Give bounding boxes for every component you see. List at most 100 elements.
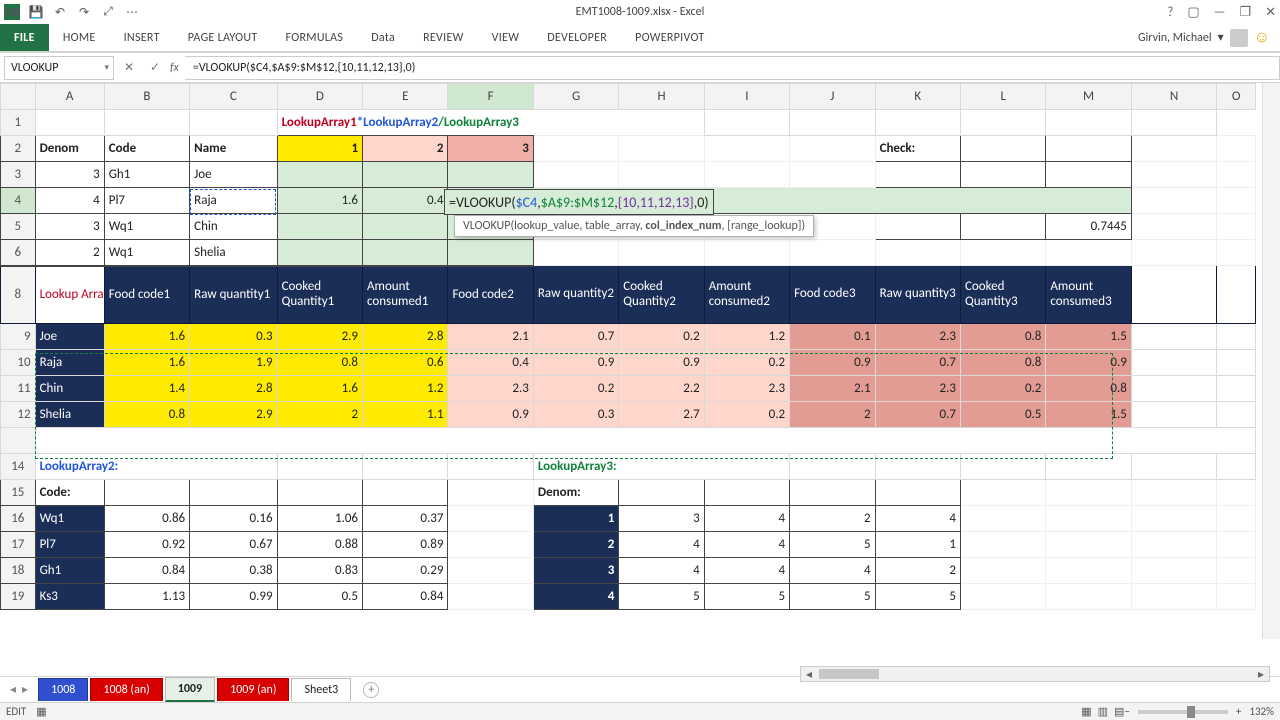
worksheet-grid[interactable]: A B C D E F G H I J K L M N O 1 LookupAr… (0, 83, 1256, 610)
close-icon[interactable]: ✕ (1265, 5, 1276, 20)
minimize-icon[interactable]: — (1214, 5, 1226, 20)
save-icon[interactable]: 💾 (28, 4, 44, 20)
new-sheet-button[interactable]: + (363, 682, 379, 698)
undo-icon[interactable]: ↶ (52, 4, 68, 20)
row-8[interactable]: 8 (1, 266, 36, 324)
cell[interactable]: Joe (190, 162, 277, 188)
restore-icon[interactable]: ❐ (1239, 5, 1251, 20)
cell[interactable]: Pl7 (104, 188, 189, 214)
touch-icon[interactable]: ⤢ (100, 4, 116, 20)
row-5[interactable]: 5 (1, 214, 36, 240)
tab-powerpivot[interactable]: POWERPIVOT (621, 24, 718, 51)
vertical-scrollbar[interactable] (1262, 83, 1280, 639)
horizontal-scrollbar[interactable]: ◂▸ (800, 666, 1270, 682)
col-A[interactable]: A (35, 84, 104, 110)
cell[interactable]: Name (190, 136, 277, 162)
tab-nav-last[interactable]: ▸ (22, 682, 28, 697)
zoom-out-icon[interactable]: − (1124, 705, 1129, 718)
col-H[interactable]: H (619, 84, 704, 110)
enter-icon[interactable]: ✓ (142, 60, 168, 75)
cell-edit-F4[interactable]: =VLOOKUP($C4,$A$9:$M$12,{10,11,12,13},0) (444, 189, 714, 215)
sheet-tab-Sheet3[interactable]: Sheet3 (291, 678, 351, 701)
col-J[interactable]: J (790, 84, 875, 110)
cell[interactable]: 3 (35, 214, 104, 240)
row-4[interactable]: 4 (1, 188, 36, 214)
tab-page-layout[interactable]: PAGE LAYOUT (174, 24, 272, 51)
row-6[interactable]: 6 (1, 240, 36, 266)
cell[interactable]: Raw quantity2 (533, 266, 618, 324)
zoom-slider[interactable] (1138, 710, 1228, 714)
cell[interactable]: Amount consumed2 (704, 266, 789, 324)
sheet-tab-1009[interactable]: 1009 (165, 677, 215, 702)
cell[interactable]: Raw quantity1 (190, 266, 277, 324)
cell[interactable]: Food code3 (790, 266, 875, 324)
cell[interactable]: Denom: (533, 480, 618, 506)
cell[interactable]: Amount consumed1 (363, 266, 448, 324)
cell[interactable]: Code: (35, 480, 104, 506)
tab-view[interactable]: VIEW (478, 24, 534, 51)
tab-nav-first[interactable]: ◂ (10, 682, 16, 697)
view-normal-icon[interactable]: ▦ (1081, 705, 1091, 718)
tab-insert[interactable]: INSERT (110, 24, 174, 51)
cell[interactable]: 0.4 (363, 188, 448, 214)
view-pagebreak-icon[interactable]: ▤ (1114, 705, 1124, 718)
cell[interactable]: Lookup Array 1: (35, 266, 104, 324)
cell[interactable]: Check: (875, 136, 960, 162)
row-14[interactable]: 14 (1, 454, 36, 480)
cell[interactable]: Food code2 (448, 266, 533, 324)
cell[interactable]: Food code1 (104, 266, 189, 324)
tab-developer[interactable]: DEVELOPER (533, 24, 621, 51)
cell[interactable]: 3 (448, 136, 533, 162)
col-E[interactable]: E (363, 84, 448, 110)
cell[interactable]: 1 (277, 136, 362, 162)
tab-review[interactable]: REVIEW (409, 24, 478, 51)
fx-icon[interactable]: fx (170, 61, 179, 75)
cancel-icon[interactable]: ✕ (116, 60, 142, 75)
tab-home[interactable]: HOME (49, 24, 110, 51)
redo-icon[interactable]: ↷ (76, 4, 92, 20)
zoom-in-icon[interactable]: + (1236, 705, 1241, 718)
row-3[interactable]: 3 (1, 162, 36, 188)
col-D[interactable]: D (277, 84, 362, 110)
cell[interactable]: Chin (190, 214, 277, 240)
row-1[interactable]: 1 (1, 110, 36, 136)
feedback-icon[interactable]: ☺ (1254, 28, 1270, 47)
tab-file[interactable]: FILE (0, 24, 49, 51)
ribbon-opts-icon[interactable]: ▢ (1187, 5, 1199, 20)
select-all[interactable] (1, 84, 36, 110)
col-N[interactable]: N (1131, 84, 1216, 110)
row-2[interactable]: 2 (1, 136, 36, 162)
col-I[interactable]: I (704, 84, 789, 110)
help-icon[interactable]: ? (1167, 5, 1173, 20)
cell[interactable]: 2 (35, 240, 104, 266)
col-M[interactable]: M (1046, 84, 1131, 110)
tab-data[interactable]: Data (357, 24, 409, 51)
name-box[interactable]: VLOOKUP (4, 56, 114, 80)
tab-formulas[interactable]: FORMULAS (271, 24, 357, 51)
cell[interactable]: Denom (35, 136, 104, 162)
sheet-tab-1008[interactable]: 1008 (38, 678, 88, 701)
avatar[interactable] (1230, 29, 1248, 47)
col-B[interactable]: B (104, 84, 189, 110)
formula-bar[interactable]: =VLOOKUP($C4,$A$9:$M$12,{10,11,12,13},0) (185, 56, 1280, 80)
cell[interactable]: Cooked Quantity3 (960, 266, 1045, 324)
cell[interactable]: Code (104, 136, 189, 162)
cell[interactable]: Amount consumed3 (1046, 266, 1131, 324)
cell[interactable]: 3 (35, 162, 104, 188)
user-name[interactable]: Girvin, Michael (1138, 31, 1212, 45)
sheet-tab-1008-an-[interactable]: 1008 (an) (90, 678, 162, 701)
cell[interactable]: Cooked Quantity1 (277, 266, 362, 324)
zoom-level[interactable]: 132% (1249, 705, 1274, 718)
sheet-tab-1009-an-[interactable]: 1009 (an) (217, 678, 289, 701)
cell[interactable]: Shelia (190, 240, 277, 266)
col-F[interactable]: F (448, 84, 533, 110)
qat-more-icon[interactable]: ⋯ (124, 4, 140, 20)
cell[interactable]: Raw quantity3 (875, 266, 960, 324)
col-G[interactable]: G (533, 84, 618, 110)
cell[interactable]: 1.6 (277, 188, 362, 214)
cell[interactable]: 0.7445 (1046, 214, 1131, 240)
cell[interactable]: Gh1 (104, 162, 189, 188)
cell[interactable]: 4 (35, 188, 104, 214)
col-K[interactable]: K (875, 84, 960, 110)
view-layout-icon[interactable]: ▥ (1098, 705, 1108, 718)
